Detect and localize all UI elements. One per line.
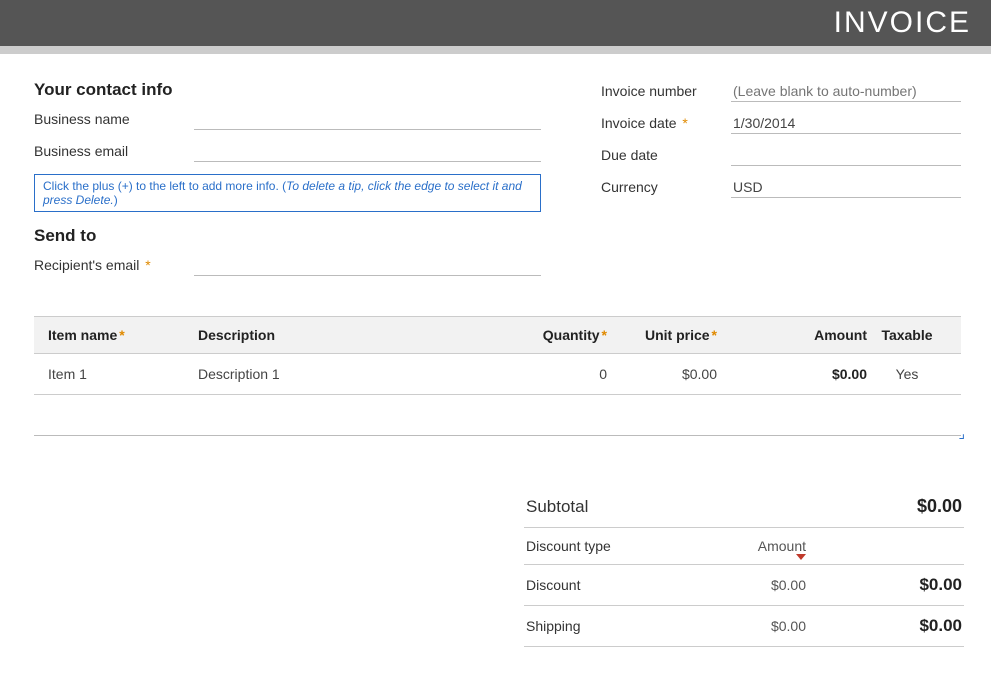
contact-section: Your contact info Business name Business… [34, 76, 541, 286]
col-header-taxable: Taxable [867, 327, 947, 343]
due-date-row: Due date [601, 144, 961, 166]
invoice-meta-section: Invoice number Invoice date * Due date C… [601, 76, 961, 286]
header-bar: INVOICE [0, 0, 991, 46]
recipient-email-row: Recipient's email * [34, 254, 541, 276]
recipient-email-input[interactable] [194, 254, 541, 276]
discount-value: $0.00 [806, 575, 962, 595]
tip-text-end: ) [114, 193, 118, 207]
top-columns: Your contact info Business name Business… [34, 76, 961, 286]
invoice-number-label: Invoice number [601, 83, 731, 99]
recipient-email-label: Recipient's email * [34, 257, 194, 273]
business-email-label: Business email [34, 143, 194, 159]
cell-desc[interactable]: Description 1 [198, 366, 517, 382]
business-name-row: Business name [34, 108, 541, 130]
required-marker: * [682, 115, 687, 131]
cell-taxable[interactable]: Yes [867, 366, 947, 382]
subtotal-value: $0.00 [806, 496, 962, 517]
cell-amount: $0.00 [717, 366, 867, 382]
invoice-number-input[interactable] [731, 80, 961, 102]
shipping-row: Shipping $0.00 $0.00 [524, 606, 964, 647]
invoice-number-row: Invoice number [601, 80, 961, 102]
invoice-date-input[interactable] [731, 112, 961, 134]
business-name-label: Business name [34, 111, 194, 127]
shipping-input[interactable]: $0.00 [696, 618, 806, 634]
header-accent [0, 46, 991, 54]
invoice-date-label: Invoice date * [601, 115, 731, 131]
business-email-row: Business email [34, 140, 541, 162]
col-header-amount: Amount [717, 327, 867, 343]
invoice-date-row: Invoice date * [601, 112, 961, 134]
shipping-label: Shipping [526, 618, 696, 634]
col-header-qty: Quantity* [517, 327, 607, 343]
summary-section: Subtotal $0.00 Discount type Amount Disc… [524, 486, 964, 647]
discount-type-row: Discount type Amount [524, 528, 964, 565]
discount-input[interactable]: $0.00 [696, 577, 806, 593]
col-header-name: Item name* [48, 327, 198, 343]
table-footer-rule: ⌟ [34, 435, 961, 436]
page-title: INVOICE [834, 6, 971, 40]
col-header-desc: Description [198, 327, 517, 343]
cell-unit[interactable]: $0.00 [607, 366, 717, 382]
discount-type-value[interactable]: Amount [696, 538, 806, 554]
table-row[interactable]: Item 1 Description 1 0 $0.00 $0.00 Yes [34, 354, 961, 395]
discount-type-label: Discount type [526, 538, 696, 554]
dropdown-marker-icon [796, 554, 806, 560]
discount-row: Discount $0.00 $0.00 [524, 565, 964, 606]
shipping-value: $0.00 [806, 616, 962, 636]
items-table: Item name* Description Quantity* Unit pr… [34, 316, 961, 436]
currency-label: Currency [601, 179, 731, 195]
currency-input[interactable] [731, 176, 961, 198]
discount-label: Discount [526, 577, 696, 593]
col-header-unit: Unit price* [607, 327, 717, 343]
subtotal-label: Subtotal [526, 497, 696, 517]
subtotal-row: Subtotal $0.00 [524, 486, 964, 528]
business-email-input[interactable] [194, 140, 541, 162]
sendto-heading: Send to [34, 226, 541, 246]
due-date-input[interactable] [731, 144, 961, 166]
cell-qty[interactable]: 0 [517, 366, 607, 382]
required-marker: * [145, 257, 150, 273]
cell-name[interactable]: Item 1 [48, 366, 198, 382]
tip-text-main: Click the plus (+) to the left to add mo… [43, 179, 286, 193]
currency-row: Currency [601, 176, 961, 198]
contact-heading: Your contact info [34, 80, 541, 100]
tip-callout[interactable]: Click the plus (+) to the left to add mo… [34, 174, 541, 212]
content-area: Your contact info Business name Business… [0, 54, 991, 647]
due-date-label: Due date [601, 147, 731, 163]
table-header: Item name* Description Quantity* Unit pr… [34, 316, 961, 354]
resize-handle-icon[interactable]: ⌟ [958, 425, 965, 442]
business-name-input[interactable] [194, 108, 541, 130]
